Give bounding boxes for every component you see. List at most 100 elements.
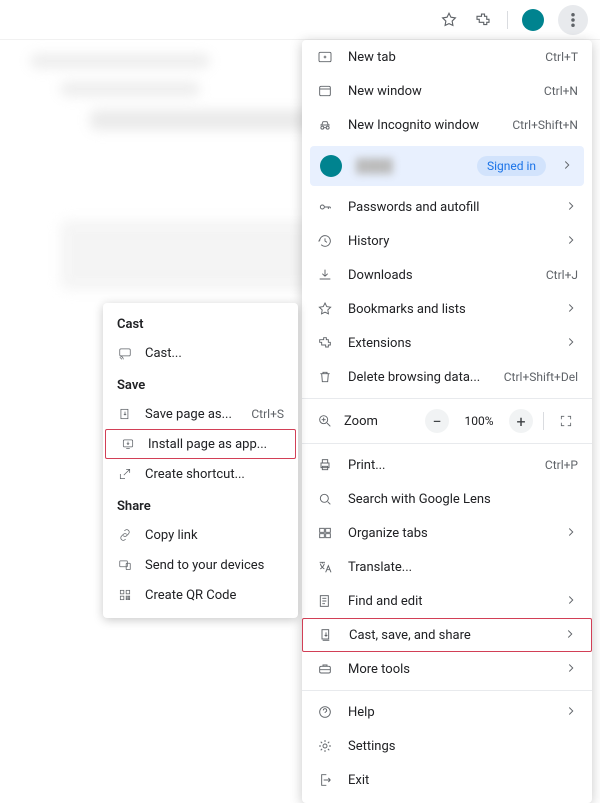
help-icon — [316, 703, 334, 721]
toolbox-icon — [316, 660, 334, 678]
menu-label: New tab — [348, 50, 531, 65]
cast-icon — [117, 345, 133, 361]
zoom-in-button[interactable]: + — [509, 409, 533, 433]
menu-delete-browsing-data[interactable]: Delete browsing data... Ctrl+Shift+Del — [302, 360, 592, 394]
menu-exit[interactable]: Exit — [302, 763, 592, 797]
bookmark-icon — [316, 300, 334, 318]
avatar-icon — [320, 155, 342, 177]
download-icon — [316, 266, 334, 284]
save-share-icon — [317, 626, 335, 644]
signed-in-badge: Signed in — [477, 156, 546, 176]
menu-find-edit[interactable]: Find and edit — [302, 584, 592, 618]
submenu-header-share: Share — [103, 489, 298, 520]
menu-cast-save-share[interactable]: Cast, save, and share — [302, 618, 592, 652]
menu-settings[interactable]: Settings — [302, 729, 592, 763]
submenu-save-page-as[interactable]: Save page as... Ctrl+S — [103, 399, 298, 429]
menu-downloads[interactable]: Downloads Ctrl+J — [302, 258, 592, 292]
shortcut-icon — [117, 466, 133, 482]
menu-label: Downloads — [348, 268, 532, 283]
lens-icon — [316, 490, 334, 508]
new-window-icon — [316, 82, 334, 100]
menu-shortcut: Ctrl+P — [545, 458, 578, 472]
menu-google-lens[interactable]: Search with Google Lens — [302, 482, 592, 516]
menu-organize-tabs[interactable]: Organize tabs — [302, 516, 592, 550]
submenu-label: Create QR Code — [145, 588, 284, 603]
extensions-icon[interactable] — [473, 10, 493, 30]
menu-shortcut: Ctrl+Shift+Del — [504, 370, 578, 384]
incognito-icon — [316, 116, 334, 134]
menu-translate[interactable]: Translate... — [302, 550, 592, 584]
submenu-send-to-devices[interactable]: Send to your devices — [103, 550, 298, 580]
menu-shortcut: Ctrl+N — [544, 84, 578, 98]
submenu-create-qr[interactable]: Create QR Code — [103, 580, 298, 610]
menu-label: Delete browsing data... — [348, 370, 490, 385]
menu-label: Bookmarks and lists — [348, 302, 550, 317]
kebab-menu-button[interactable] — [558, 5, 588, 35]
chevron-right-icon — [564, 199, 578, 216]
find-icon — [316, 592, 334, 610]
menu-bookmarks[interactable]: Bookmarks and lists — [302, 292, 592, 326]
new-tab-icon — [316, 48, 334, 66]
menu-more-tools[interactable]: More tools — [302, 652, 592, 686]
key-icon — [316, 198, 334, 216]
menu-label: More tools — [348, 662, 550, 677]
install-app-icon — [120, 436, 136, 452]
chevron-right-icon — [564, 704, 578, 721]
submenu-label: Create shortcut... — [145, 467, 284, 482]
exit-icon — [316, 771, 334, 789]
menu-label: Translate... — [348, 560, 578, 575]
submenu-label: Cast... — [145, 346, 284, 361]
translate-icon — [316, 558, 334, 576]
menu-label: Search with Google Lens — [348, 492, 578, 507]
chevron-right-icon — [564, 335, 578, 352]
chevron-right-icon — [560, 158, 574, 175]
history-icon — [316, 232, 334, 250]
devices-icon — [117, 557, 133, 573]
submenu-install-app[interactable]: Install page as app... — [105, 429, 296, 459]
chevron-right-icon — [564, 593, 578, 610]
menu-label: Cast, save, and share — [349, 628, 549, 643]
menu-new-tab[interactable]: New tab Ctrl+T — [302, 40, 592, 74]
star-icon[interactable] — [439, 10, 459, 30]
menu-passwords[interactable]: Passwords and autofill — [302, 190, 592, 224]
menu-label: History — [348, 234, 550, 249]
menu-history[interactable]: History — [302, 224, 592, 258]
extension-icon — [316, 334, 334, 352]
zoom-out-button[interactable]: − — [425, 409, 449, 433]
menu-label: Print... — [348, 458, 531, 473]
zoom-label: Zoom — [344, 414, 415, 429]
menu-label: Settings — [348, 739, 578, 754]
submenu-label: Install page as app... — [148, 437, 281, 452]
menu-shortcut: Ctrl+J — [546, 268, 578, 282]
menu-separator — [302, 690, 592, 691]
zoom-divider — [543, 412, 544, 430]
menu-separator — [302, 398, 592, 399]
submenu-copy-link[interactable]: Copy link — [103, 520, 298, 550]
profile-name-blurred: ████ — [356, 158, 463, 174]
browser-toolbar — [0, 0, 600, 40]
submenu-create-shortcut[interactable]: Create shortcut... — [103, 459, 298, 489]
menu-label: Help — [348, 705, 550, 720]
submenu-cast[interactable]: Cast... — [103, 338, 298, 368]
chrome-main-menu: New tab Ctrl+T New window Ctrl+N New Inc… — [302, 40, 592, 803]
toolbar-divider — [507, 11, 508, 29]
menu-print[interactable]: Print... Ctrl+P — [302, 448, 592, 482]
submenu-label: Copy link — [145, 528, 284, 543]
chevron-right-icon — [563, 627, 577, 644]
menu-label: New window — [348, 84, 530, 99]
submenu-header-save: Save — [103, 368, 298, 399]
chevron-right-icon — [564, 233, 578, 250]
print-icon — [316, 456, 334, 474]
menu-separator — [302, 443, 592, 444]
menu-help[interactable]: Help — [302, 695, 592, 729]
profile-avatar-icon[interactable] — [522, 9, 544, 31]
menu-shortcut: Ctrl+T — [545, 50, 578, 64]
fullscreen-button[interactable] — [554, 409, 578, 433]
menu-label: Organize tabs — [348, 526, 550, 541]
menu-profile-row[interactable]: ████ Signed in — [310, 146, 584, 186]
menu-zoom-row: Zoom − 100% + — [302, 403, 592, 439]
menu-new-window[interactable]: New window Ctrl+N — [302, 74, 592, 108]
menu-extensions[interactable]: Extensions — [302, 326, 592, 360]
menu-incognito[interactable]: New Incognito window Ctrl+Shift+N — [302, 108, 592, 142]
save-page-icon — [117, 406, 133, 422]
